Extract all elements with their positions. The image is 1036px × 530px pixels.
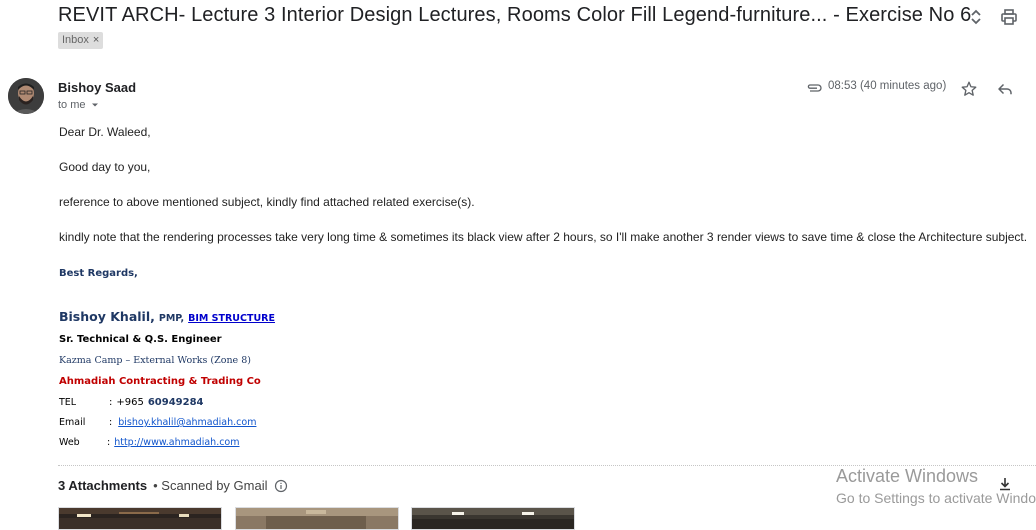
body-line-1: Good day to you, (59, 160, 151, 174)
signature-web-label: Web (59, 437, 80, 448)
signature-web: : http://www.ahmadiah.com (107, 437, 240, 448)
print-icon[interactable] (998, 6, 1020, 28)
dropdown-arrow-icon[interactable] (90, 100, 100, 110)
signature-regards: Best Regards, (59, 268, 138, 279)
signature-tel-number[interactable]: 60949284 (148, 397, 204, 408)
sender-name[interactable]: Bishoy Saad (58, 80, 136, 95)
signature-location: Kazma Camp – External Works (Zone 8) (59, 355, 251, 366)
signature-email-sep: : (109, 417, 113, 428)
body-line-2: reference to above mentioned subject, ki… (59, 195, 475, 209)
signature-name: Bishoy Khalil, (59, 309, 155, 324)
signature-tel: : +965 60949284 (109, 397, 204, 408)
signature-tel-prefix: +965 (116, 397, 144, 408)
signature-tel-sep: : (109, 397, 113, 408)
signature-company: Ahmadiah Contracting & Trading Co (59, 376, 261, 387)
attachment-thumbnail-2[interactable] (235, 507, 399, 530)
recipient-text: to me (58, 99, 86, 111)
signature-credential-link[interactable]: BIM STRUCTURE (188, 313, 275, 324)
activate-windows-title: Activate Windows (836, 466, 979, 486)
attachment-thumbnail-3[interactable] (411, 507, 575, 530)
sender-avatar[interactable] (8, 78, 44, 114)
email-subject: REVIT ARCH- Lecture 3 Interior Design Le… (58, 4, 972, 26)
signature-email-link[interactable]: bishoy.khalil@ahmadiah.com (118, 417, 256, 428)
recipient-details[interactable]: to me (58, 99, 100, 111)
signature-email-label: Email (59, 417, 86, 428)
reply-icon[interactable] (996, 80, 1014, 103)
expand-collapse-icon[interactable] (965, 6, 987, 28)
signature-tel-label: TEL (59, 397, 77, 408)
info-icon[interactable] (274, 479, 288, 493)
attachments-scan-text: • Scanned by Gmail (153, 478, 268, 493)
attachment-thumbnail-1[interactable] (58, 507, 222, 530)
signature-web-sep: : (107, 437, 111, 448)
signature-title: Sr. Technical & Q.S. Engineer (59, 334, 222, 345)
attachments-header: 3 Attachments • Scanned by Gmail (58, 478, 288, 493)
signature-name-line: Bishoy Khalil, PMP, BIM STRUCTURE (59, 309, 275, 324)
star-icon[interactable] (960, 80, 978, 103)
label-chip-inbox[interactable]: Inbox × (58, 32, 104, 49)
attachment-clip-icon (806, 81, 822, 99)
label-chip-text: Inbox (62, 34, 89, 46)
attachments-count: 3 Attachments (58, 478, 148, 493)
body-greeting: Dear Dr. Waleed, (59, 125, 151, 139)
download-icon[interactable] (998, 477, 1012, 496)
signature-credential: PMP, (158, 313, 185, 324)
signature-email: : bishoy.khalil@ahmadiah.com (109, 417, 256, 428)
body-line-3: kindly note that the rendering processes… (59, 230, 1028, 244)
message-timestamp: 08:53 (40 minutes ago) (828, 80, 947, 92)
signature-web-link[interactable]: http://www.ahmadiah.com (114, 437, 239, 448)
label-remove-button[interactable]: × (93, 32, 99, 49)
